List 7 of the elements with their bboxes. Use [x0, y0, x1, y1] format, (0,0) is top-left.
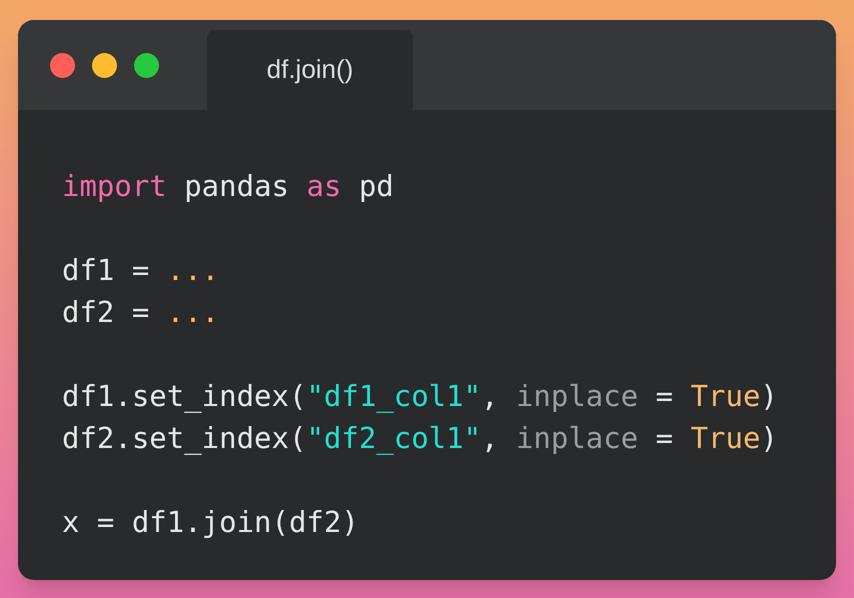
code-line: df1 = ...: [62, 252, 220, 289]
code-line: x = df1.join(df2): [62, 504, 359, 541]
file-tab[interactable]: df.join(): [207, 30, 413, 110]
code-line: df1.set_index("df1_col1", inplace = True): [62, 378, 778, 415]
code-line: df2.set_index("df2_col1", inplace = True): [62, 420, 778, 457]
code-line: import pandas as pd: [62, 168, 394, 205]
code-line: df2 = ...: [62, 294, 220, 331]
